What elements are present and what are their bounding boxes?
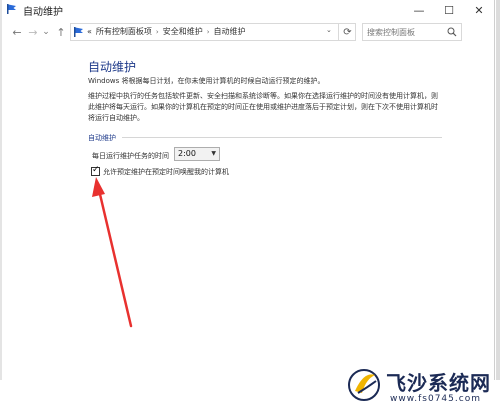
watermark-url: www.fs0745.com	[390, 394, 481, 404]
watermark-logo-icon	[348, 369, 380, 401]
red-arrow-annotation	[92, 177, 133, 328]
watermark-name: 飞沙系统网	[386, 371, 491, 395]
site-watermark: 飞沙系统网 www.fs0745.com	[346, 361, 496, 409]
